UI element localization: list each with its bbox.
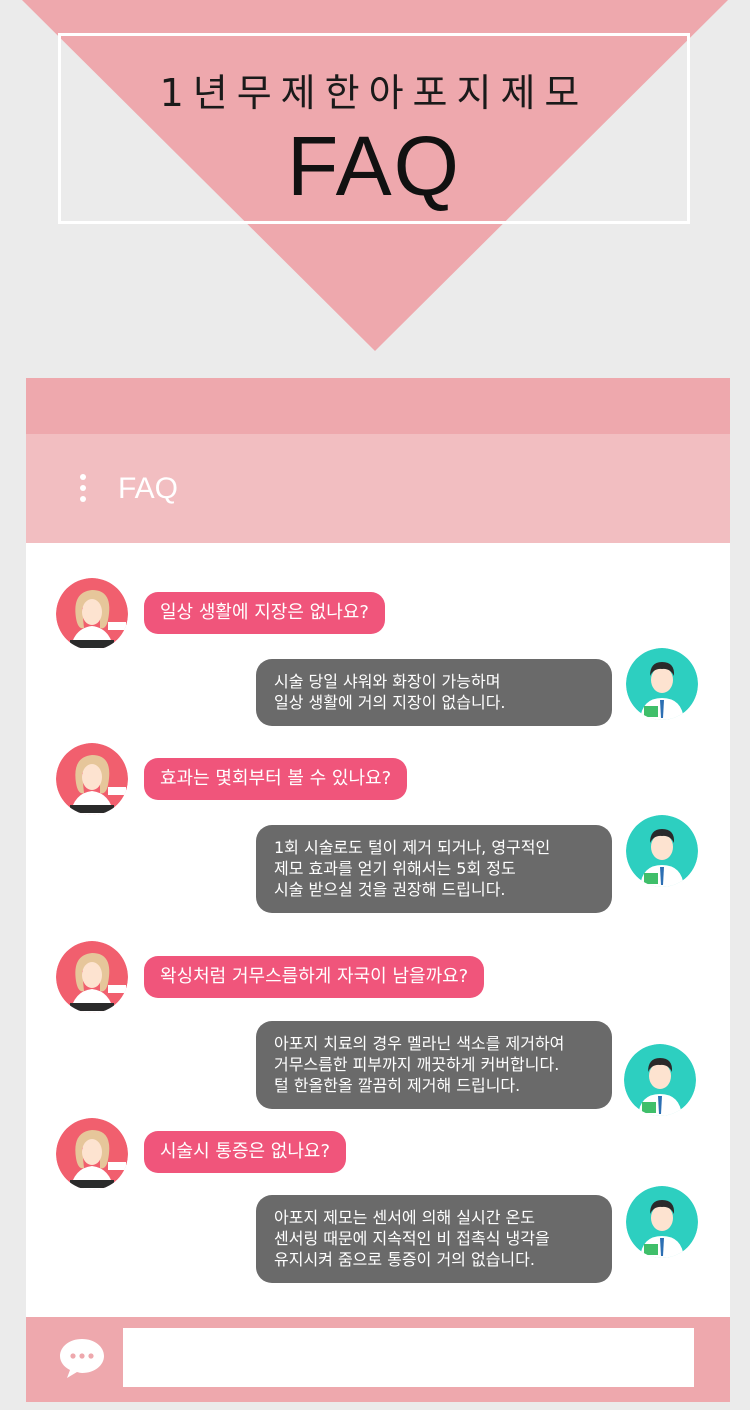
answer-line: 시술 당일 샤워와 화장이 가능하며 [274, 672, 501, 691]
doctor-avatar-icon [626, 648, 698, 720]
hero-header: 1년무제한아포지제모 FAQ [0, 0, 750, 360]
faq-panel: FAQ 일상 생활에 지장은 없나요? 시술 당일 샤워와 화장이 가능하며 일… [26, 378, 730, 1402]
vertical-dots-icon[interactable] [78, 474, 88, 504]
panel-top-band [26, 378, 730, 434]
answer-line: 털 한올한올 깔끔히 제거해 드립니다. [274, 1076, 521, 1095]
answer-line: 일상 생활에 거의 지장이 없습니다. [274, 693, 506, 712]
panel-header: FAQ [26, 434, 730, 543]
page-title: FAQ [286, 119, 462, 213]
doctor-avatar-icon [626, 815, 698, 887]
answer-line: 거무스름한 피부까지 깨끗하게 커버합니다. [274, 1055, 560, 1074]
answer-bubble: 1회 시술로도 털이 제거 되거나, 영구적인 제모 효과를 얻기 위해서는 5… [256, 825, 612, 913]
doctor-avatar-icon [626, 1186, 698, 1258]
customer-avatar-icon [56, 941, 128, 1013]
title-frame: 1년무제한아포지제모 FAQ [58, 33, 690, 224]
answer-bubble: 아포지 제모는 센서에 의해 실시간 온도 센서링 때문에 지속적인 비 접촉식… [256, 1195, 612, 1283]
answer-line: 아포지 제모는 센서에 의해 실시간 온도 [274, 1208, 535, 1227]
chat-input[interactable] [123, 1328, 694, 1387]
customer-avatar-icon [56, 578, 128, 650]
customer-avatar-icon [56, 743, 128, 815]
question-bubble: 일상 생활에 지장은 없나요? [144, 592, 385, 634]
answer-line: 시술 받으실 것을 권장해 드립니다. [274, 880, 506, 899]
question-bubble: 효과는 몇회부터 볼 수 있나요? [144, 758, 408, 800]
question-bubble: 시술시 통증은 없나요? [144, 1131, 347, 1173]
answer-bubble: 아포지 치료의 경우 멜라닌 색소를 제거하여 거무스름한 피부까지 깨끗하게 … [256, 1021, 612, 1109]
answer-line: 센서링 때문에 지속적인 비 접촉식 냉각을 [274, 1229, 550, 1248]
customer-avatar-icon [56, 1118, 128, 1190]
speech-bubble-icon[interactable] [58, 1337, 106, 1379]
question-bubble: 왁싱처럼 거무스름하게 자국이 남을까요? [144, 956, 485, 998]
answer-bubble: 시술 당일 샤워와 화장이 가능하며 일상 생활에 거의 지장이 없습니다. [256, 659, 612, 726]
doctor-avatar-icon [624, 1044, 696, 1116]
panel-heading: FAQ [118, 472, 179, 505]
answer-line: 유지시켜 줌으로 통증이 거의 없습니다. [274, 1250, 535, 1269]
page-subtitle: 1년무제한아포지제모 [159, 71, 589, 115]
answer-line: 아포지 치료의 경우 멜라닌 색소를 제거하여 [274, 1034, 565, 1053]
answer-line: 1회 시술로도 털이 제거 되거나, 영구적인 [274, 838, 551, 857]
chat-input-bar [26, 1317, 730, 1402]
answer-line: 제모 효과를 얻기 위해서는 5회 정도 [274, 859, 516, 878]
